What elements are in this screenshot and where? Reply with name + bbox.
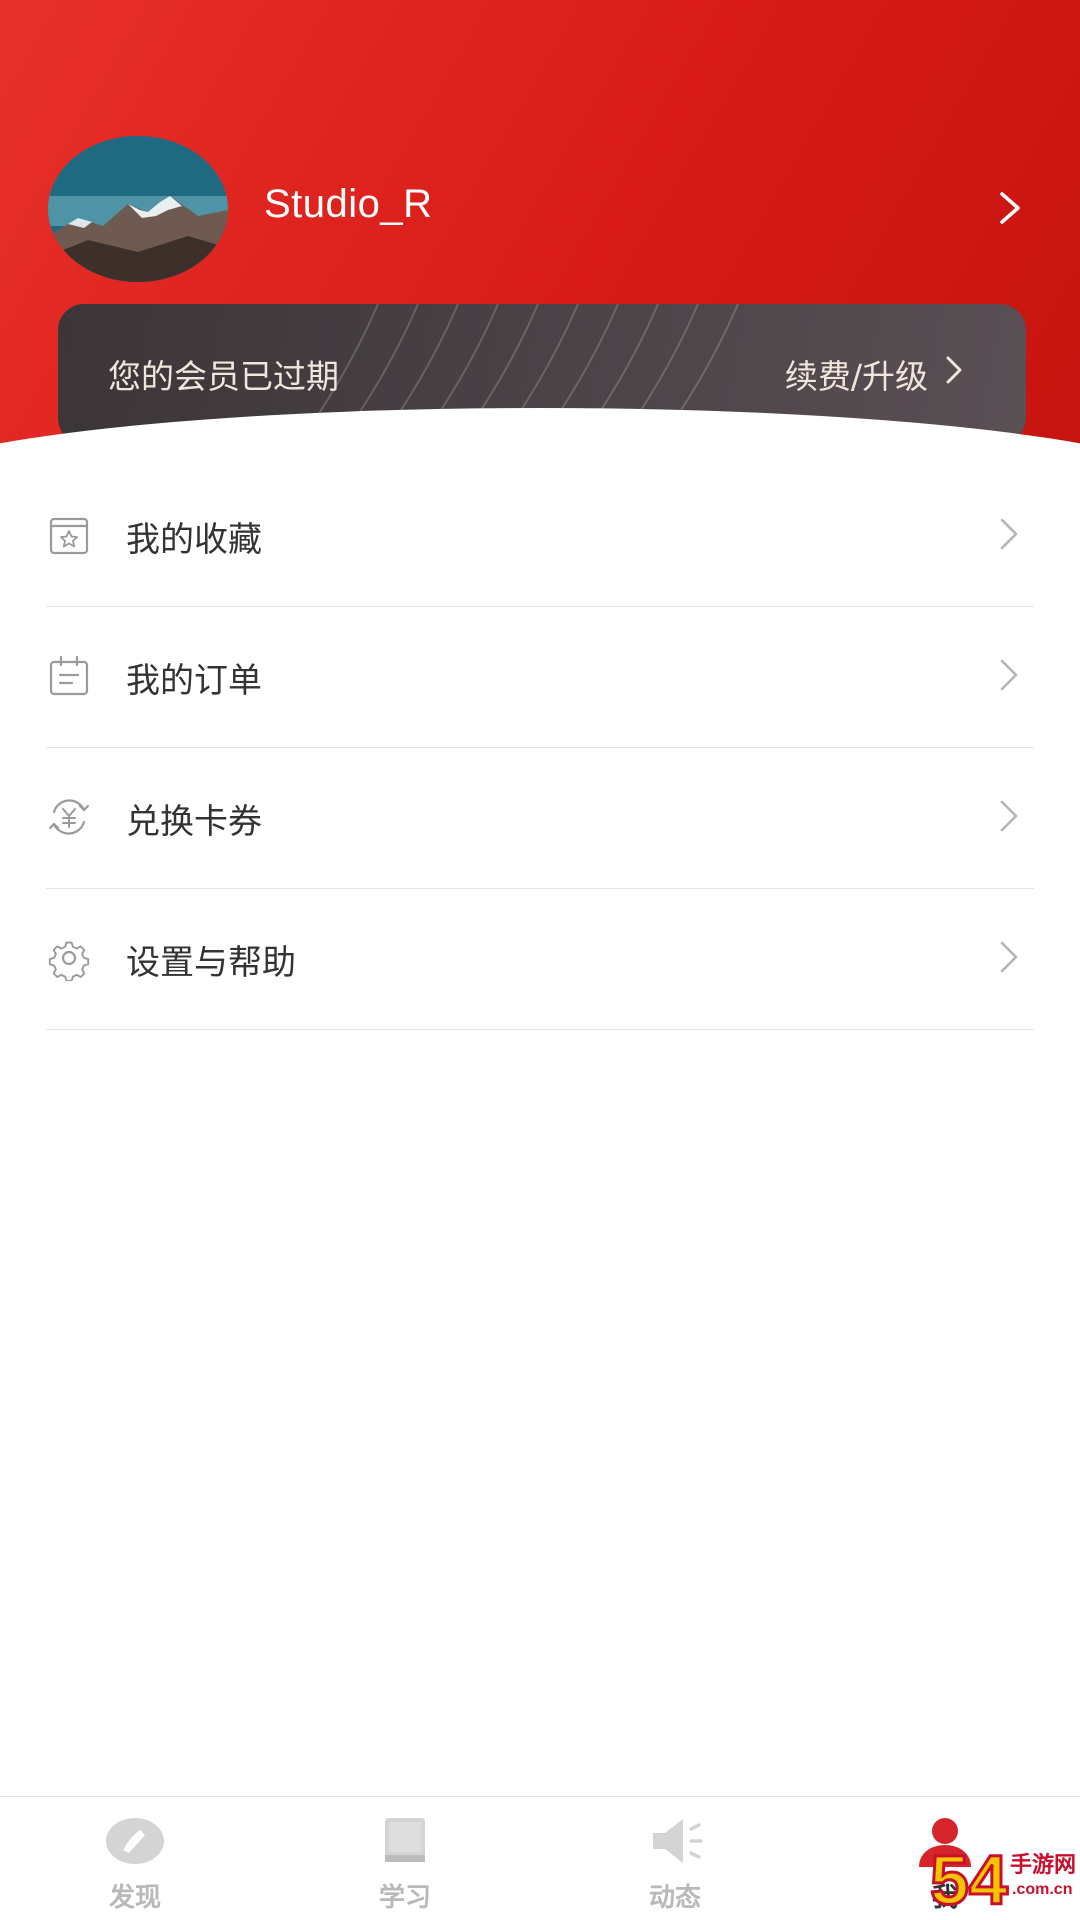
chevron-right-icon [1000, 941, 1018, 973]
discover-icon [106, 1818, 164, 1864]
nav-label: 学习 [378, 1883, 431, 1913]
menu-item-label: 我的订单 [126, 661, 262, 701]
chevron-right-icon [1000, 800, 1018, 832]
chevron-right-icon[interactable] [996, 188, 1024, 228]
book-icon [385, 1818, 425, 1862]
renew-upgrade-link[interactable]: 续费/升级 [785, 350, 928, 398]
menu-item-orders[interactable]: 我的订单 [46, 607, 1034, 748]
nav-tab-discover[interactable]: 发现 [0, 1797, 270, 1920]
chevron-right-icon [1000, 659, 1018, 691]
avatar[interactable] [48, 136, 228, 282]
menu-item-label: 设置与帮助 [126, 943, 296, 983]
svg-text:54: 54 [930, 1841, 1008, 1919]
coupon-exchange-icon [48, 799, 90, 835]
username[interactable]: Studio_R [264, 182, 433, 227]
profile-header: Studio_R 您的会员已过期 续费/升级 [0, 0, 1080, 460]
bottom-navigation: 发现 学习 动态 我 [0, 1796, 1080, 1920]
svg-text:.com.cn: .com.cn [1012, 1881, 1072, 1898]
chevron-right-icon [1000, 518, 1018, 550]
nav-tab-study[interactable]: 学习 [270, 1797, 540, 1920]
menu-item-settings-help[interactable]: 设置与帮助 [46, 889, 1034, 1030]
membership-status: 您的会员已过期 [108, 357, 339, 396]
menu-item-label: 兑换卡券 [126, 802, 262, 842]
nav-label: 发现 [108, 1883, 161, 1913]
menu-item-coupon-exchange[interactable]: 兑换卡券 [46, 748, 1034, 889]
settings-icon [48, 941, 90, 981]
menu-list: 我的收藏 我的订单 兑换卡券 设置与帮助 [0, 466, 1080, 1030]
nav-label: 动态 [648, 1883, 701, 1913]
favorites-icon [49, 517, 89, 555]
site-watermark-logo: 54 手游网 .com.cn [929, 1840, 1077, 1920]
menu-item-label: 我的收藏 [126, 520, 262, 560]
menu-item-favorites[interactable]: 我的收藏 [46, 466, 1034, 607]
nav-tab-feed[interactable]: 动态 [540, 1797, 810, 1920]
orders-icon [49, 655, 89, 696]
chevron-right-icon[interactable] [944, 354, 964, 386]
speaker-icon [653, 1819, 703, 1863]
avatar-mountain-image [48, 136, 228, 282]
svg-text:手游网: 手游网 [1010, 1852, 1076, 1878]
